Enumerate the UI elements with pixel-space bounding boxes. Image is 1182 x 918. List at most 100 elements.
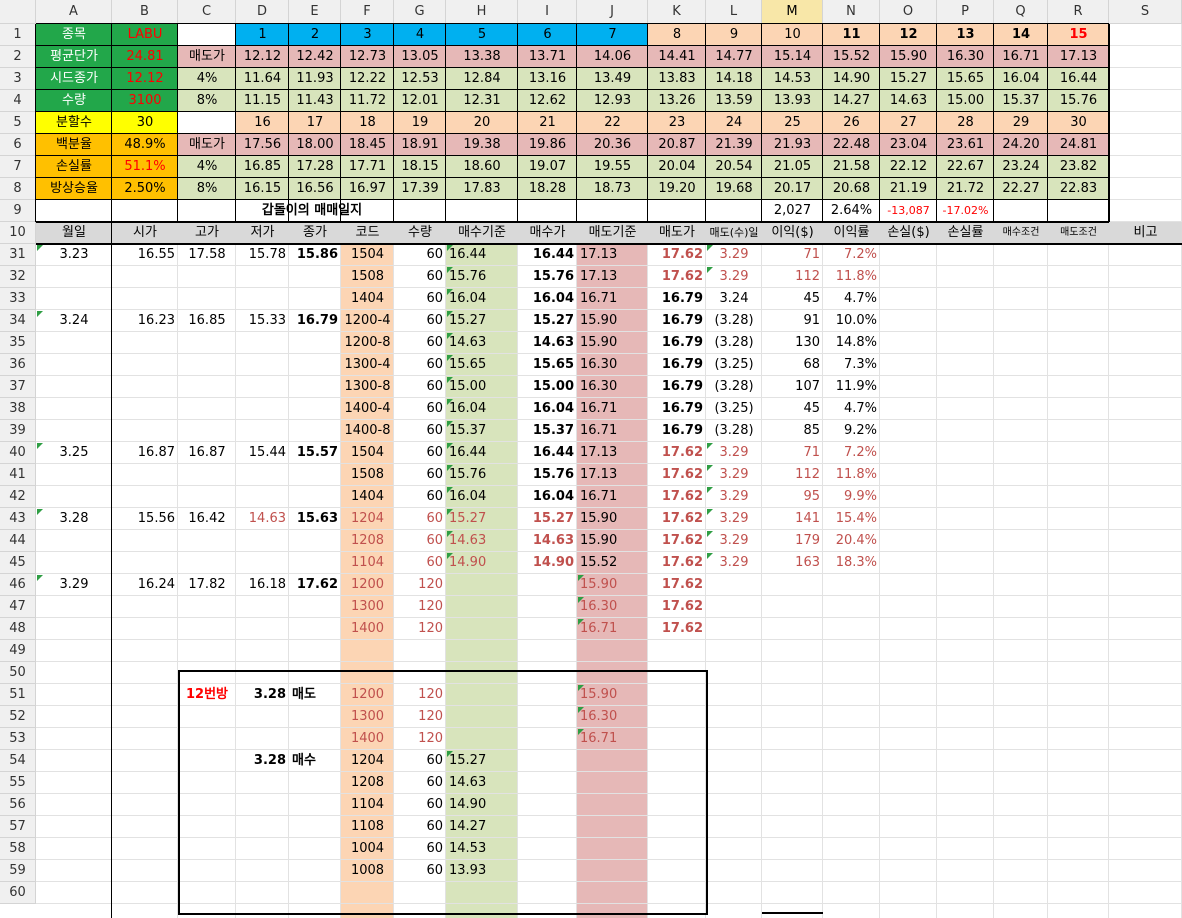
price-r7[interactable]: 18.15 <box>394 156 446 178</box>
cell-f32[interactable]: 1508 <box>341 266 394 288</box>
cell-g40[interactable]: 60 <box>394 442 446 464</box>
column-header-p[interactable]: P <box>937 0 994 24</box>
price-r2[interactable]: 12.12 <box>236 46 289 68</box>
cell-g34[interactable]: 60 <box>394 310 446 332</box>
cell-b43[interactable]: 15.56 <box>112 508 178 530</box>
row-header-56[interactable]: 56 <box>0 794 36 816</box>
cell-k33[interactable]: 16.79 <box>648 288 706 310</box>
cell-g51[interactable]: 120 <box>394 684 446 706</box>
row-header-31[interactable]: 31 <box>0 244 36 266</box>
price-r7[interactable]: 22.12 <box>880 156 937 178</box>
cell-m38[interactable]: 45 <box>762 398 823 420</box>
price-r4[interactable]: 15.37 <box>994 90 1048 112</box>
cell-k42[interactable]: 17.62 <box>648 486 706 508</box>
journal-title[interactable]: 갑돌이의 매매일지 <box>178 200 446 222</box>
sub-label-r8[interactable]: 8% <box>178 178 236 200</box>
column-header-f[interactable]: F <box>341 0 394 24</box>
cell-d40[interactable]: 15.44 <box>236 442 289 464</box>
price-r3[interactable]: 15.65 <box>937 68 994 90</box>
row-header-58[interactable]: 58 <box>0 838 36 860</box>
table-header[interactable]: 이익($) <box>762 222 823 244</box>
cell-k38[interactable]: 16.79 <box>648 398 706 420</box>
cell-f44[interactable]: 1208 <box>341 530 394 552</box>
price-r4[interactable]: 13.26 <box>648 90 706 112</box>
column-header-i[interactable]: I <box>518 0 577 24</box>
cell-n45[interactable]: 18.3% <box>823 552 880 574</box>
cell-m34[interactable]: 91 <box>762 310 823 332</box>
price-r4[interactable]: 13.93 <box>762 90 823 112</box>
cell-m42[interactable]: 95 <box>762 486 823 508</box>
cell-g55[interactable]: 60 <box>394 772 446 794</box>
label-splits[interactable]: 분할수 <box>36 112 112 134</box>
column-header-a[interactable]: A <box>36 0 112 24</box>
cell-m32[interactable]: 112 <box>762 266 823 288</box>
column-header-g[interactable]: G <box>394 0 446 24</box>
cell-d43[interactable]: 14.63 <box>236 508 289 530</box>
cell-j38[interactable]: 16.71 <box>577 398 648 420</box>
row-header-50[interactable]: 50 <box>0 662 36 684</box>
price-r2[interactable]: 12.42 <box>289 46 341 68</box>
cell-i34[interactable]: 15.27 <box>518 310 577 332</box>
cell-h35[interactable]: 14.63 <box>446 332 518 354</box>
cell-a43[interactable]: 3.28 <box>36 508 112 530</box>
cell-l35[interactable]: (3.28) <box>706 332 762 354</box>
column-header-o[interactable]: O <box>880 0 937 24</box>
price-r3[interactable]: 12.84 <box>446 68 518 90</box>
price-r4[interactable]: 14.63 <box>880 90 937 112</box>
split-number[interactable]: 9 <box>706 24 762 46</box>
split-number[interactable]: 22 <box>577 112 648 134</box>
price-r3[interactable]: 11.64 <box>236 68 289 90</box>
cell-m45[interactable]: 163 <box>762 552 823 574</box>
cell-j32[interactable]: 17.13 <box>577 266 648 288</box>
cell-a46[interactable]: 3.29 <box>36 574 112 596</box>
cell-a34[interactable]: 3.24 <box>36 310 112 332</box>
split-number[interactable]: 10 <box>762 24 823 46</box>
price-r8[interactable]: 22.27 <box>994 178 1048 200</box>
price-r2[interactable]: 17.13 <box>1048 46 1109 68</box>
value-r4[interactable]: 3100 <box>112 90 178 112</box>
row-header-5[interactable]: 5 <box>0 112 36 134</box>
cell-n39[interactable]: 9.2% <box>823 420 880 442</box>
cell-n32[interactable]: 11.8% <box>823 266 880 288</box>
cell-j41[interactable]: 17.13 <box>577 464 648 486</box>
cell-h59[interactable]: 13.93 <box>446 860 518 882</box>
cell-g56[interactable]: 60 <box>394 794 446 816</box>
cell-h56[interactable]: 14.90 <box>446 794 518 816</box>
price-r7[interactable]: 21.58 <box>823 156 880 178</box>
cell-g54[interactable]: 60 <box>394 750 446 772</box>
cell-n37[interactable]: 11.9% <box>823 376 880 398</box>
cell-e34[interactable]: 16.79 <box>289 310 341 332</box>
price-r4[interactable]: 12.01 <box>394 90 446 112</box>
label-r6[interactable]: 백분율 <box>36 134 112 156</box>
cell-m43[interactable]: 141 <box>762 508 823 530</box>
cell-l38[interactable]: (3.25) <box>706 398 762 420</box>
table-header[interactable]: 매수조건 <box>994 222 1048 244</box>
cell-l45[interactable]: 3.29 <box>706 552 762 574</box>
row-header-48[interactable]: 48 <box>0 618 36 640</box>
label-r4[interactable]: 수량 <box>36 90 112 112</box>
split-number[interactable]: 7 <box>577 24 648 46</box>
price-r7[interactable]: 19.55 <box>577 156 648 178</box>
price-r8[interactable]: 20.68 <box>823 178 880 200</box>
cell-i35[interactable]: 14.63 <box>518 332 577 354</box>
table-header[interactable]: 저가 <box>236 222 289 244</box>
cell-c43[interactable]: 16.42 <box>178 508 236 530</box>
cell-f59[interactable]: 1008 <box>341 860 394 882</box>
label-r2[interactable]: 평균단가 <box>36 46 112 68</box>
cell-g46[interactable]: 120 <box>394 574 446 596</box>
cell-d31[interactable]: 15.78 <box>236 244 289 266</box>
table-header[interactable]: 매도조건 <box>1048 222 1109 244</box>
price-r7[interactable]: 20.54 <box>706 156 762 178</box>
value-splits[interactable]: 30 <box>112 112 178 134</box>
column-header-e[interactable]: E <box>289 0 341 24</box>
table-header[interactable]: 수량 <box>394 222 446 244</box>
price-r7[interactable]: 23.82 <box>1048 156 1109 178</box>
cell-m39[interactable]: 85 <box>762 420 823 442</box>
cell-e54[interactable]: 매수 <box>289 750 341 772</box>
cell-h33[interactable]: 16.04 <box>446 288 518 310</box>
table-header[interactable]: 코드 <box>341 222 394 244</box>
split-number[interactable]: 14 <box>994 24 1048 46</box>
split-number[interactable]: 4 <box>394 24 446 46</box>
price-r6[interactable]: 22.48 <box>823 134 880 156</box>
cell-h58[interactable]: 14.53 <box>446 838 518 860</box>
